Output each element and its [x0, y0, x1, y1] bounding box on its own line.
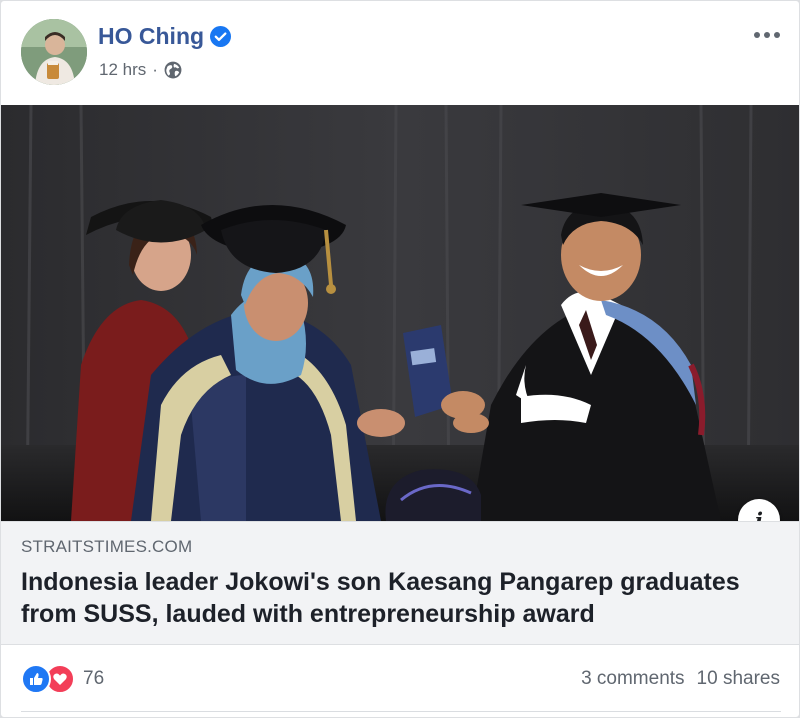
- post-footer: 76 3 comments 10 shares: [1, 645, 799, 717]
- post-header: HO Ching 12 hrs ·: [1, 1, 799, 105]
- globe-icon[interactable]: [164, 61, 182, 79]
- author-line: HO Ching: [98, 23, 232, 50]
- link-preview-image[interactable]: [1, 105, 800, 521]
- engagement-counts: 3 comments 10 shares: [581, 668, 780, 690]
- reactions-summary[interactable]: 76: [21, 664, 104, 694]
- verified-badge-icon: [210, 26, 232, 47]
- shares-count[interactable]: 10 shares: [697, 668, 780, 690]
- author-name[interactable]: HO Ching: [98, 23, 204, 50]
- link-preview-box[interactable]: STRAITSTIMES.COM Indonesia leader Jokowi…: [1, 521, 799, 645]
- post-timestamp[interactable]: 12 hrs: [99, 60, 146, 80]
- footer-divider: [21, 711, 781, 712]
- post-meta: 12 hrs ·: [99, 60, 182, 80]
- like-reaction-icon: [21, 664, 51, 694]
- more-options-icon[interactable]: [751, 23, 783, 47]
- reaction-count: 76: [83, 668, 105, 689]
- comments-count[interactable]: 3 comments: [581, 668, 684, 690]
- author-avatar[interactable]: [21, 19, 87, 85]
- link-domain: STRAITSTIMES.COM: [21, 537, 193, 556]
- post-card: HO Ching 12 hrs · i STRAITSTIMES.COM Ind…: [0, 0, 800, 718]
- meta-separator: ·: [152, 60, 158, 79]
- link-headline[interactable]: Indonesia leader Jokowi's son Kaesang Pa…: [21, 566, 791, 630]
